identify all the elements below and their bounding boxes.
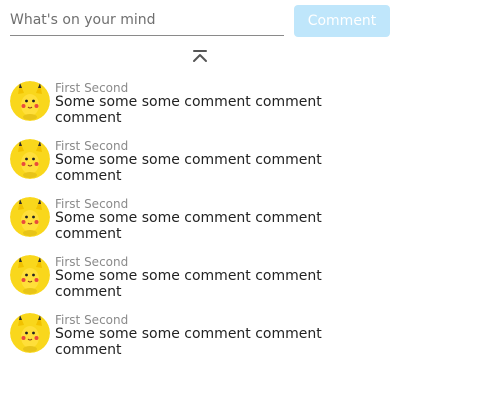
comment-author: First Second bbox=[55, 139, 129, 153]
comment-list-inner: First Second Some some some comment comm… bbox=[0, 68, 500, 371]
comment-item: First Second Some some some comment comm… bbox=[0, 197, 500, 255]
comment-author: First Second bbox=[55, 255, 129, 269]
pikachu-avatar-icon bbox=[10, 313, 50, 353]
comment-button[interactable]: Comment bbox=[294, 5, 390, 37]
comment-input[interactable] bbox=[10, 5, 284, 36]
comment-author: First Second bbox=[55, 81, 129, 95]
comment-text: Some some some comment comment comment bbox=[55, 94, 322, 126]
comment-item: First Second Some some some comment comm… bbox=[0, 68, 500, 81]
comment-author: First Second bbox=[55, 313, 129, 327]
comment-text: Some some some comment comment comment bbox=[55, 268, 322, 300]
pikachu-avatar-icon bbox=[10, 255, 50, 295]
comment-composer: Comment bbox=[10, 5, 390, 37]
comment-author: First Second bbox=[55, 197, 129, 211]
comment-item: First Second Some some some comment comm… bbox=[0, 139, 500, 197]
comment-text: Some some some comment comment comment bbox=[55, 326, 322, 358]
comments-page: Comment First Second Some bbox=[0, 0, 500, 400]
pikachu-avatar-icon bbox=[10, 81, 50, 121]
comment-text: Some some some comment comment comment bbox=[55, 152, 322, 184]
comment-item: First Second Some some some comment comm… bbox=[0, 255, 500, 313]
collapse-to-top-icon[interactable] bbox=[190, 48, 210, 66]
comment-item: First Second Some some some comment comm… bbox=[0, 81, 500, 139]
comment-item: First Second Some some some comment comm… bbox=[0, 313, 500, 371]
pikachu-avatar-icon bbox=[10, 139, 50, 179]
comment-list[interactable]: First Second Some some some comment comm… bbox=[0, 68, 500, 400]
pikachu-avatar-icon bbox=[10, 197, 50, 237]
comment-text: Some some some comment comment comment bbox=[55, 210, 322, 242]
